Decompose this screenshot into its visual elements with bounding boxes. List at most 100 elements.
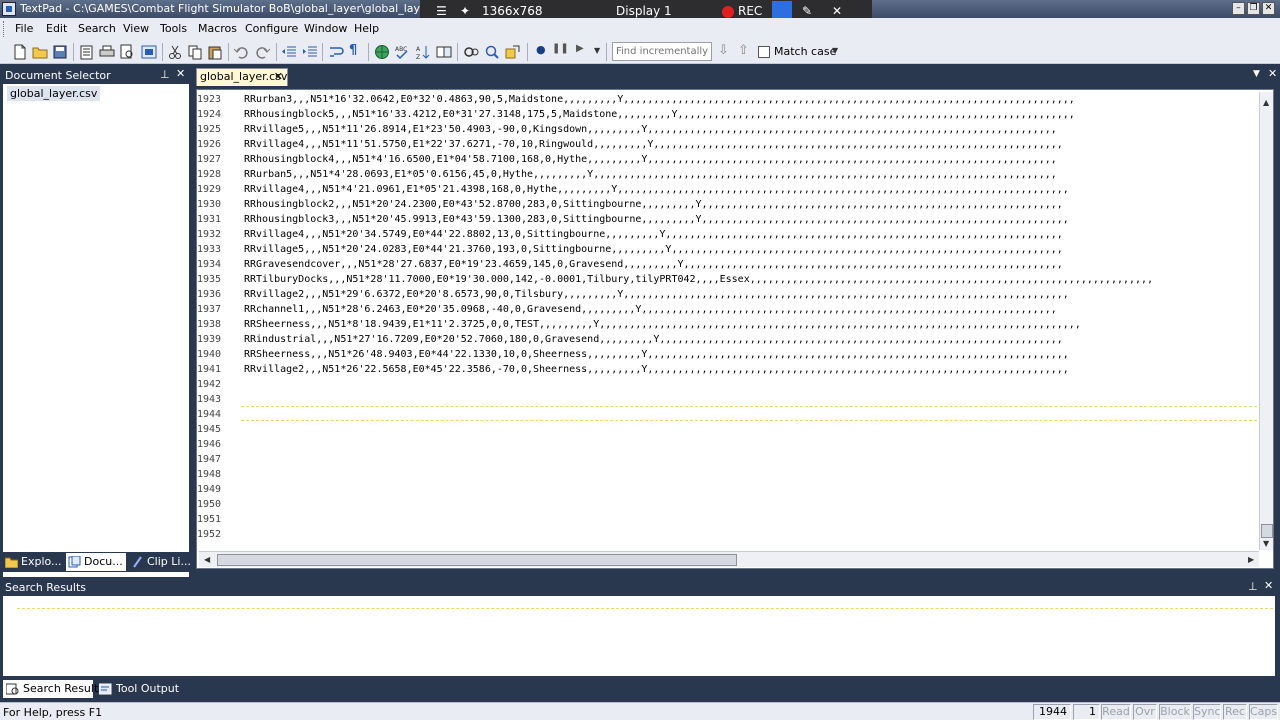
code-line[interactable]: RRvillage2,,,N51*26'22.5658,E0*45'22.358… — [244, 362, 1257, 377]
code-line[interactable] — [244, 407, 1257, 422]
tab-search-results[interactable]: Search Results — [3, 680, 104, 698]
close-panel-icon[interactable]: ✕ — [176, 67, 185, 80]
play-macro-icon[interactable]: ▶ — [576, 43, 592, 59]
code-line[interactable]: RRhousingblock4,,,N51*4'16.6500,E1*04'58… — [244, 152, 1257, 167]
code-area[interactable]: RRurban3,,,N51*16'32.0642,E0*32'0.4863,9… — [244, 92, 1257, 542]
redo-icon[interactable] — [255, 44, 271, 60]
pin-search-panel-icon[interactable]: ⊥ — [1248, 580, 1258, 593]
menu-help[interactable]: Help — [354, 22, 379, 35]
pen-icon[interactable]: ✎ — [802, 4, 812, 18]
menu-edit[interactable]: Edit — [46, 22, 67, 35]
toggle-wrap-icon[interactable] — [328, 44, 344, 60]
scroll-down-icon[interactable]: ▼ — [1263, 539, 1269, 548]
rec-label[interactable]: REC — [738, 4, 762, 18]
horizontal-scrollbar[interactable]: ◀ ▶ — [199, 551, 1259, 567]
code-line[interactable]: RRvillage4,,,N51*11'51.5750,E1*22'37.627… — [244, 137, 1257, 152]
code-line[interactable]: RRurban3,,,N51*16'32.0642,E0*32'0.4863,9… — [244, 92, 1257, 107]
code-line[interactable] — [244, 452, 1257, 467]
visible-spaces-icon[interactable]: ¶ — [349, 43, 365, 59]
code-line[interactable]: RRTilburyDocks,,,N51*28'11.7000,E0*19'30… — [244, 272, 1257, 287]
code-line[interactable] — [244, 377, 1257, 392]
save-icon[interactable] — [52, 44, 68, 60]
code-line[interactable]: RRhousingblock5,,,N51*16'33.4212,E0*31'2… — [244, 107, 1257, 122]
scroll-up-icon[interactable]: ▲ — [1263, 98, 1269, 107]
record-icon[interactable] — [722, 6, 734, 18]
close-tab-icon[interactable]: ✕ — [274, 69, 283, 85]
code-line[interactable] — [244, 422, 1257, 437]
code-line[interactable]: RRSheerness,,,N51*8'18.9439,E1*11'2.3725… — [244, 317, 1257, 332]
word-wrap-icon[interactable] — [141, 44, 157, 60]
menu-file[interactable]: File — [15, 22, 33, 35]
close-window-button[interactable]: ✕ — [1262, 2, 1275, 15]
match-case-checkbox[interactable] — [758, 46, 770, 58]
find-next-icon[interactable]: ⇩ — [718, 43, 734, 59]
print-icon[interactable] — [99, 44, 115, 60]
code-line[interactable]: RRvillage4,,,N51*4'21.0961,E1*05'21.4398… — [244, 182, 1257, 197]
tab-global-layer-csv[interactable]: global_layer.csv ✕ — [196, 68, 288, 86]
code-line[interactable] — [244, 512, 1257, 527]
code-line[interactable]: RRindustrial,,,N51*27'16.7209,E0*20'52.7… — [244, 332, 1257, 347]
code-line[interactable]: RRSheerness,,,N51*26'48.9403,E0*44'22.13… — [244, 347, 1257, 362]
vertical-scroll-thumb[interactable] — [1261, 524, 1273, 538]
close-search-panel-icon[interactable]: ✕ — [1264, 579, 1273, 592]
code-line[interactable]: RRvillage2,,,N51*29'6.6372,E0*20'8.6573,… — [244, 287, 1257, 302]
menu-window[interactable]: Window — [304, 22, 347, 35]
code-line[interactable]: RRvillage5,,,N51*20'24.0283,E0*44'21.376… — [244, 242, 1257, 257]
cut-icon[interactable] — [167, 44, 183, 60]
textpad-app-icon[interactable] — [2, 2, 16, 16]
scroll-right-icon[interactable]: ▶ — [1248, 555, 1254, 564]
find-in-files-icon[interactable] — [484, 44, 500, 60]
tab-list-icon[interactable]: ▼ — [1253, 69, 1260, 79]
search-results-list[interactable] — [3, 596, 1275, 676]
close-recorder-icon[interactable]: ✕ — [832, 4, 842, 18]
vertical-scrollbar[interactable]: ▲ ▼ — [1259, 92, 1273, 550]
code-line[interactable] — [244, 392, 1257, 407]
code-line[interactable]: RRchannel1,,,N51*28'6.2463,E0*20'35.0968… — [244, 302, 1257, 317]
minimize-button[interactable]: – — [1232, 2, 1245, 15]
menu-search[interactable]: Search — [78, 22, 116, 35]
code-line[interactable]: RRhousingblock3,,,N51*20'45.9913,E0*43'5… — [244, 212, 1257, 227]
find-previous-icon[interactable]: ⇧ — [738, 43, 754, 59]
document-item-global-layer[interactable]: global_layer.csv — [7, 86, 101, 101]
code-line[interactable]: RRvillage5,,,N51*11'26.8914,E1*23'50.490… — [244, 122, 1257, 137]
code-line[interactable]: RRGravesendcover,,,N51*28'27.6837,E0*19'… — [244, 257, 1257, 272]
pause-macro-icon[interactable]: ❚❚ — [552, 43, 569, 59]
findbar-overflow-icon[interactable]: ▼ — [832, 46, 848, 62]
scroll-left-icon[interactable]: ◀ — [204, 555, 210, 564]
compare-files-icon[interactable] — [436, 44, 452, 60]
record-macro-icon[interactable]: ● — [536, 43, 552, 59]
toolbar-overflow-icon[interactable]: ▼ — [594, 46, 610, 62]
tab-tool-output[interactable]: Tool Output — [96, 680, 179, 698]
indent-icon[interactable] — [302, 44, 318, 60]
open-folder-icon[interactable] — [32, 44, 48, 60]
pin-panel-icon[interactable]: ⊥ — [160, 68, 170, 81]
menu-view[interactable]: View — [123, 22, 149, 35]
web-browser-icon[interactable] — [374, 44, 390, 60]
editor-pane[interactable]: 1923 1924 1925 1926 1927 1928 1929 1930 1931 1932… — [196, 89, 1274, 569]
code-line[interactable]: RRurban5,,,N51*4'28.0693,E1*05'0.6156,45… — [244, 167, 1257, 182]
undo-icon[interactable] — [233, 44, 249, 60]
tab-documents[interactable]: Docu... — [66, 553, 126, 571]
unindent-icon[interactable] — [281, 44, 297, 60]
paste-icon[interactable] — [207, 44, 223, 60]
code-line[interactable] — [244, 497, 1257, 512]
code-line[interactable] — [244, 437, 1257, 452]
replace-icon[interactable] — [505, 44, 521, 60]
menu-tools[interactable]: Tools — [160, 22, 187, 35]
menu-macros[interactable]: Macros — [198, 22, 237, 35]
manage-files-icon[interactable] — [79, 44, 95, 60]
new-file-icon[interactable] — [12, 44, 28, 60]
tab-clip-library[interactable]: Clip Li... — [129, 553, 191, 571]
code-line[interactable] — [244, 467, 1257, 482]
horizontal-scroll-thumb[interactable] — [217, 554, 737, 566]
code-line[interactable]: RRvillage4,,,N51*20'34.5749,E0*44'22.880… — [244, 227, 1257, 242]
find-incrementally-input[interactable] — [612, 42, 712, 61]
sort-icon[interactable]: AZ — [415, 44, 431, 60]
pin-icon[interactable]: ✦ — [460, 4, 470, 18]
print-preview-icon[interactable] — [119, 44, 135, 60]
restore-button[interactable]: ❐ — [1247, 2, 1260, 15]
copy-icon[interactable] — [187, 44, 203, 60]
menu-icon[interactable]: ☰ — [436, 4, 447, 18]
code-line[interactable]: RRhousingblock2,,,N51*20'24.2300,E0*43'5… — [244, 197, 1257, 212]
tab-explorer[interactable]: Explo... — [3, 553, 65, 571]
